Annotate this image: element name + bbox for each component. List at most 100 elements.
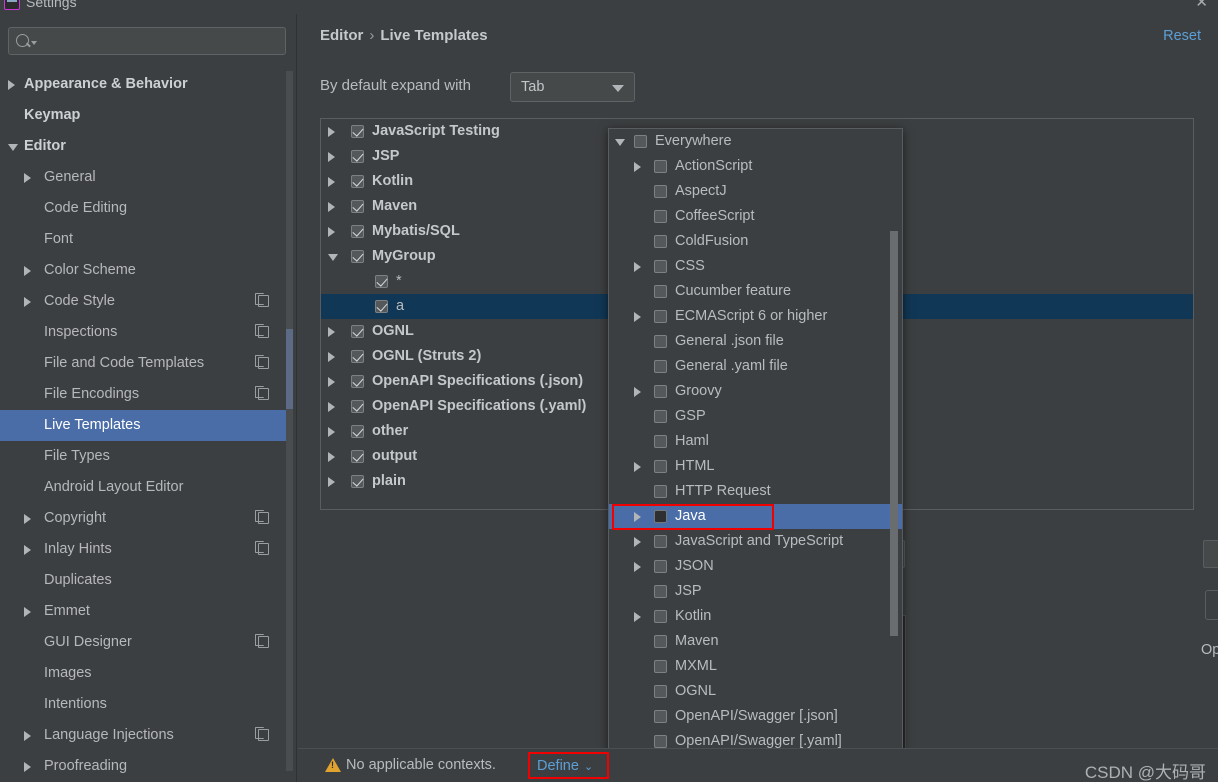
- context-row-checkbox[interactable]: [634, 135, 647, 148]
- chevron-right-icon[interactable]: [634, 537, 641, 547]
- context-row-checkbox[interactable]: [654, 435, 667, 448]
- chevron-right-icon[interactable]: [328, 327, 335, 337]
- context-popup-row[interactable]: Java: [609, 504, 902, 529]
- sidebar-item-android-layout-editor[interactable]: Android Layout Editor: [0, 472, 290, 503]
- chevron-right-icon[interactable]: [328, 377, 335, 387]
- context-popup-row[interactable]: GSP: [609, 404, 902, 429]
- chevron-right-icon[interactable]: [24, 545, 31, 555]
- search-box[interactable]: [8, 27, 286, 55]
- chevron-down-icon[interactable]: [31, 41, 37, 45]
- context-popup-row[interactable]: HTML: [609, 454, 902, 479]
- default-expand-select[interactable]: Tab: [510, 72, 635, 102]
- chevron-right-icon[interactable]: [634, 612, 641, 622]
- context-popup-row[interactable]: Maven: [609, 629, 902, 654]
- chevron-down-icon[interactable]: [328, 254, 338, 266]
- sidebar-item-intentions[interactable]: Intentions: [0, 689, 290, 720]
- context-popup-row[interactable]: Haml: [609, 429, 902, 454]
- template-row-checkbox[interactable]: [351, 425, 364, 438]
- sidebar-scrollbar-thumb[interactable]: [286, 329, 293, 409]
- context-row-checkbox[interactable]: [654, 285, 667, 298]
- chevron-down-icon[interactable]: [8, 144, 18, 156]
- context-row-checkbox[interactable]: [654, 185, 667, 198]
- context-row-checkbox[interactable]: [654, 635, 667, 648]
- sidebar-item-file-encodings[interactable]: File Encodings: [0, 379, 290, 410]
- template-row-checkbox[interactable]: [351, 200, 364, 213]
- breadcrumb-parent[interactable]: Editor: [320, 27, 363, 44]
- sidebar-item-images[interactable]: Images: [0, 658, 290, 689]
- sidebar-item-inspections[interactable]: Inspections: [0, 317, 290, 348]
- context-popup-row[interactable]: General .json file: [609, 329, 902, 354]
- edit-variables-button[interactable]: Edit variables: [1205, 590, 1218, 620]
- close-icon[interactable]: ✕: [1195, 0, 1208, 11]
- template-row-checkbox[interactable]: [351, 250, 364, 263]
- sidebar-item-appearance-behavior[interactable]: Appearance & Behavior: [0, 69, 290, 100]
- context-row-checkbox[interactable]: [654, 235, 667, 248]
- chevron-right-icon[interactable]: [328, 402, 335, 412]
- context-popup-row[interactable]: Cucumber feature: [609, 279, 902, 304]
- copy-icon[interactable]: [255, 355, 269, 369]
- template-row-checkbox[interactable]: [375, 275, 388, 288]
- context-row-checkbox[interactable]: [654, 410, 667, 423]
- context-row-checkbox[interactable]: [654, 585, 667, 598]
- context-popup-row[interactable]: OpenAPI/Swagger [.json]: [609, 704, 902, 729]
- chevron-right-icon[interactable]: [328, 152, 335, 162]
- copy-icon[interactable]: [255, 727, 269, 741]
- context-popup-row[interactable]: MXML: [609, 654, 902, 679]
- search-input[interactable]: [41, 31, 279, 51]
- context-row-checkbox[interactable]: [654, 210, 667, 223]
- context-row-checkbox[interactable]: [654, 535, 667, 548]
- copy-icon[interactable]: [255, 324, 269, 338]
- chevron-right-icon[interactable]: [634, 562, 641, 572]
- sidebar-item-copyright[interactable]: Copyright: [0, 503, 290, 534]
- context-row-checkbox[interactable]: [654, 310, 667, 323]
- chevron-down-icon[interactable]: [615, 139, 625, 151]
- chevron-right-icon[interactable]: [24, 173, 31, 183]
- sidebar-item-color-scheme[interactable]: Color Scheme: [0, 255, 290, 286]
- chevron-right-icon[interactable]: [634, 512, 641, 522]
- sidebar-item-inlay-hints[interactable]: Inlay Hints: [0, 534, 290, 565]
- sidebar-item-file-and-code-templates[interactable]: File and Code Templates: [0, 348, 290, 379]
- copy-icon[interactable]: [255, 541, 269, 555]
- context-row-checkbox[interactable]: [654, 160, 667, 173]
- context-row-checkbox[interactable]: [654, 260, 667, 273]
- context-row-checkbox[interactable]: [654, 660, 667, 673]
- context-row-checkbox[interactable]: [654, 560, 667, 573]
- chevron-right-icon[interactable]: [24, 731, 31, 741]
- context-popup-row[interactable]: OGNL: [609, 679, 902, 704]
- context-popup-row[interactable]: JavaScript and TypeScript: [609, 529, 902, 554]
- chevron-right-icon[interactable]: [634, 162, 641, 172]
- context-row-checkbox[interactable]: [654, 610, 667, 623]
- define-link[interactable]: Define ⌄: [537, 758, 593, 774]
- context-popup-row[interactable]: CoffeeScript: [609, 204, 902, 229]
- chevron-right-icon[interactable]: [328, 452, 335, 462]
- sidebar-item-editor[interactable]: Editor: [0, 131, 290, 162]
- chevron-right-icon[interactable]: [634, 387, 641, 397]
- description-input[interactable]: [1203, 540, 1218, 568]
- sidebar-item-live-templates[interactable]: Live Templates: [0, 410, 290, 441]
- sidebar-item-duplicates[interactable]: Duplicates: [0, 565, 290, 596]
- context-popup-row[interactable]: Kotlin: [609, 604, 902, 629]
- context-row-checkbox[interactable]: [654, 685, 667, 698]
- template-row-checkbox[interactable]: [351, 475, 364, 488]
- copy-icon[interactable]: [255, 293, 269, 307]
- template-row-checkbox[interactable]: [351, 175, 364, 188]
- context-popup-row[interactable]: ECMAScript 6 or higher: [609, 304, 902, 329]
- copy-icon[interactable]: [255, 386, 269, 400]
- context-popup-row[interactable]: JSP: [609, 579, 902, 604]
- chevron-right-icon[interactable]: [634, 462, 641, 472]
- sidebar-item-code-style[interactable]: Code Style: [0, 286, 290, 317]
- context-popup-row[interactable]: General .yaml file: [609, 354, 902, 379]
- template-row-checkbox[interactable]: [351, 350, 364, 363]
- reset-link[interactable]: Reset: [1163, 28, 1201, 44]
- sidebar-scrollbar[interactable]: [286, 71, 293, 771]
- template-row-checkbox[interactable]: [351, 125, 364, 138]
- context-popup-row[interactable]: Groovy: [609, 379, 902, 404]
- chevron-right-icon[interactable]: [634, 262, 641, 272]
- sidebar-item-language-injections[interactable]: Language Injections: [0, 720, 290, 751]
- chevron-right-icon[interactable]: [328, 427, 335, 437]
- chevron-right-icon[interactable]: [24, 297, 31, 307]
- copy-icon[interactable]: [255, 510, 269, 524]
- context-popup-row[interactable]: CSS: [609, 254, 902, 279]
- template-row-checkbox[interactable]: [375, 300, 388, 313]
- sidebar-item-emmet[interactable]: Emmet: [0, 596, 290, 627]
